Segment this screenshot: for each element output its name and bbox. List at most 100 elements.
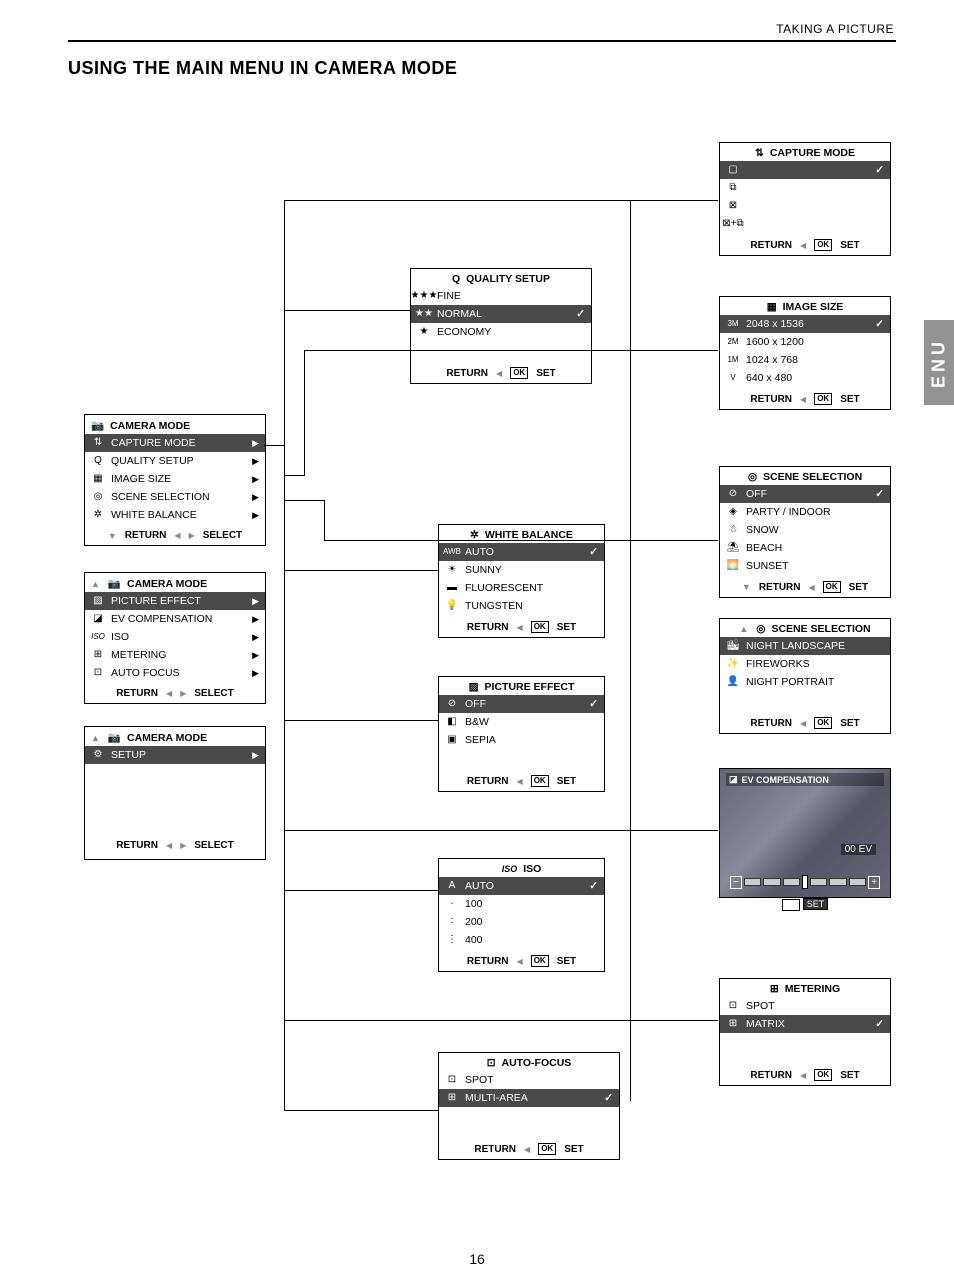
return-label: RETURN (474, 1144, 516, 1155)
panel-header: ⊡ AUTO-FOCUS (439, 1053, 619, 1071)
panel-ev-compensation: ◪ EV COMPENSATION 00 EV − + OK SET (719, 768, 891, 898)
option-economy[interactable]: ★ ECONOMY (411, 323, 591, 341)
option-1024[interactable]: 1M 1024 x 768 (720, 351, 890, 369)
option-sunny[interactable]: ☀ SUNNY (439, 561, 604, 579)
option-iso-200[interactable]: ∶ 200 (439, 913, 604, 931)
option-scene-party[interactable]: ◈ PARTY / INDOOR (720, 503, 890, 521)
option-scene-snow[interactable]: ☃ SNOW (720, 521, 890, 539)
option-scene-off[interactable]: ⊘ OFF (720, 485, 890, 503)
menu-item-metering[interactable]: ⊞ METERING ▶ (85, 646, 265, 664)
set-badge: SET (803, 898, 829, 910)
option-spot-af[interactable]: ⊡ SPOT (439, 1071, 619, 1089)
option-label: B&W (465, 714, 598, 730)
chevron-right-icon: ▶ (252, 489, 259, 505)
menu-item-setup[interactable]: ⚙ SETUP ▶ (85, 746, 265, 764)
panel-camera-mode-3: 📷 CAMERA MODE ⚙ SETUP ▶ RETURN SELECT (84, 726, 266, 860)
menu-item-wb[interactable]: ✲ WHITE BALANCE ▶ (85, 506, 265, 524)
panel-header: ◎ SCENE SELECTION (720, 619, 890, 637)
camera-icon: 📷 (108, 731, 121, 744)
option-multi-area[interactable]: ⊞ MULTI-AREA (439, 1089, 619, 1107)
option-fluorescent[interactable]: ▬ FLUORESCENT (439, 579, 604, 597)
option-bw[interactable]: ◧ B&W (439, 713, 604, 731)
check-icon (589, 878, 598, 894)
capture-opt-continuous[interactable]: ⧉ (720, 179, 890, 197)
chevron-right-icon: ▶ (252, 665, 259, 681)
menu-item-af[interactable]: ⊡ AUTO FOCUS ▶ (85, 664, 265, 682)
panel-footer: RETURN OK SET (720, 1063, 890, 1085)
option-iso-100[interactable]: ∙ 100 (439, 895, 604, 913)
capture-opt-timer-cont[interactable]: ⊠+⧉ (720, 215, 890, 233)
menu-label: AUTO FOCUS (111, 665, 246, 681)
page-title: USING THE MAIN MENU IN CAMERA MODE (68, 58, 457, 79)
capture-opt-timer[interactable]: ⊠ (720, 197, 890, 215)
option-fine[interactable]: ★★★ FINE (411, 287, 591, 305)
set-label: SET (557, 622, 576, 633)
option-spot-meter[interactable]: ⊡ SPOT (720, 997, 890, 1015)
option-640[interactable]: V 640 x 480 (720, 369, 890, 387)
night-portrait-icon: 👤 (726, 675, 740, 689)
option-label: NIGHT LANDSCAPE (746, 638, 884, 654)
option-label: FIREWORKS (746, 656, 884, 672)
panel-footer: RETURN OK SET (720, 233, 890, 255)
panel-iso: ISO ISO A AUTO ∙ 100 ∶ 200 ⋮ 400 RETURN … (438, 858, 605, 972)
panel-quality-setup: Q QUALITY SETUP ★★★ FINE ★★ NORMAL ★ ECO… (410, 268, 592, 384)
tri-left-icon (517, 776, 523, 787)
capture-opt-single[interactable]: ▢ (720, 161, 890, 179)
panel-footer: RETURN OK SET (439, 615, 604, 637)
tri-left-icon (800, 240, 806, 251)
size-3m-icon: 3M (726, 317, 740, 331)
option-scene-beach[interactable]: ⛱ BEACH (720, 539, 890, 557)
capture-icon: ⇅ (755, 147, 764, 159)
wire (630, 830, 718, 831)
spot-meter-icon: ⊡ (726, 999, 740, 1013)
menu-item-capture-mode[interactable]: ⇅ CAPTURE MODE ▶ (85, 434, 265, 452)
tri-left-icon (174, 530, 180, 541)
option-scene-sunset[interactable]: 🌅 SUNSET (720, 557, 890, 575)
continuous-icon: ⧉ (726, 181, 740, 195)
option-iso-400[interactable]: ⋮ 400 (439, 931, 604, 949)
menu-label: SETUP (111, 747, 246, 763)
option-fireworks[interactable]: ✨ FIREWORKS (720, 655, 890, 673)
fireworks-icon: ✨ (726, 657, 740, 671)
option-night-ls[interactable]: 🏙 NIGHT LANDSCAPE (720, 637, 890, 655)
option-2048[interactable]: 3M 2048 x 1536 (720, 315, 890, 333)
option-label: SPOT (746, 998, 884, 1014)
option-1600[interactable]: 2M 1600 x 1200 (720, 333, 890, 351)
spot-icon: ⊡ (445, 1073, 459, 1087)
panel-footer: RETURN SELECT (85, 834, 265, 855)
panel-title-text: CAMERA MODE (127, 578, 207, 590)
menu-item-iso[interactable]: ISO ISO ▶ (85, 628, 265, 646)
ev-scale[interactable]: − + (730, 873, 880, 891)
tri-left-icon (166, 688, 172, 699)
menu-item-scene[interactable]: ◎ SCENE SELECTION ▶ (85, 488, 265, 506)
camera-icon: 📷 (108, 577, 121, 590)
menu-item-quality[interactable]: Q QUALITY SETUP ▶ (85, 452, 265, 470)
menu-label: PICTURE EFFECT (111, 593, 246, 609)
check-icon (875, 1016, 884, 1032)
menu-item-ev[interactable]: ◪ EV COMPENSATION ▶ (85, 610, 265, 628)
single-shot-icon: ▢ (726, 163, 740, 177)
tri-right-icon (189, 530, 195, 541)
camera-icon: 📷 (91, 419, 104, 432)
menu-item-image-size[interactable]: ▦ IMAGE SIZE ▶ (85, 470, 265, 488)
option-normal[interactable]: ★★ NORMAL (411, 305, 591, 323)
panel-header: ▦ IMAGE SIZE (720, 297, 890, 315)
option-night-portrait[interactable]: 👤 NIGHT PORTRAIT (720, 673, 890, 691)
menu-item-picture-effect[interactable]: ▨ PICTURE EFFECT ▶ (85, 592, 265, 610)
ok-badge: OK (531, 775, 549, 787)
timer-cont-icon: ⊠+⧉ (726, 217, 740, 231)
option-sepia[interactable]: ▣ SEPIA (439, 731, 604, 749)
option-auto-wb[interactable]: AWB AUTO (439, 543, 604, 561)
option-off[interactable]: ⊘ OFF (439, 695, 604, 713)
panel-title-text: SCENE SELECTION (771, 623, 870, 635)
ok-badge: OK (531, 955, 549, 967)
wire (630, 1100, 631, 1101)
option-matrix[interactable]: ⊞ MATRIX (720, 1015, 890, 1033)
option-tungsten[interactable]: 💡 TUNGSTEN (439, 597, 604, 615)
wire (324, 500, 325, 540)
option-label: 400 (465, 932, 598, 948)
option-iso-auto[interactable]: A AUTO (439, 877, 604, 895)
ok-badge: OK (782, 899, 800, 911)
select-label: SELECT (194, 840, 233, 851)
ok-badge: OK (531, 621, 549, 633)
